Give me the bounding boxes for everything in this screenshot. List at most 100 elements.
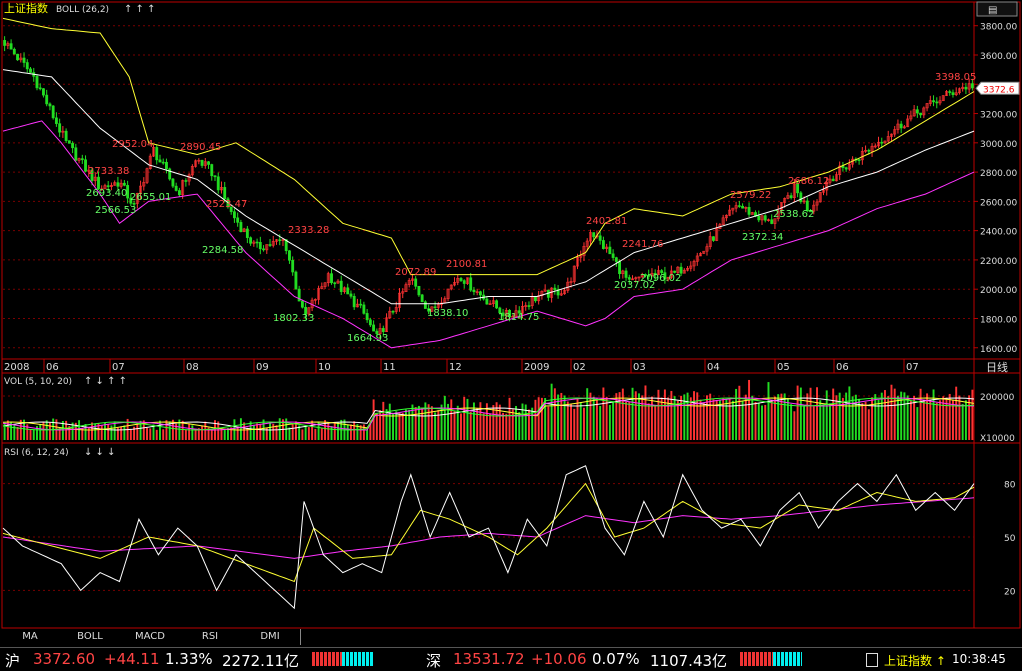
price-tick-label: 2800.00 [980, 169, 1017, 179]
candle-body [601, 240, 605, 249]
price-tick-label: 2000.00 [980, 286, 1017, 296]
price-annotation-high: 2100.81 [446, 259, 487, 270]
rsi12-line [2, 482, 975, 583]
candle-body [932, 100, 935, 103]
candle-body [22, 57, 26, 63]
candle-body [420, 294, 424, 303]
candle-body [294, 271, 298, 290]
tab-macd[interactable]: MACD [120, 629, 181, 645]
candle-body [268, 244, 272, 246]
candle-body [365, 313, 369, 321]
vol-ma20-line [2, 397, 975, 431]
sh-ratio-bar-fill [342, 652, 374, 666]
candle-body [346, 287, 350, 295]
time-axis-label: 05 [777, 362, 790, 373]
candle-body [80, 158, 84, 161]
sh-label: 沪 [5, 652, 21, 670]
candle-body [122, 182, 126, 186]
price-annotation-low: 2284.58 [202, 245, 243, 256]
candle-body [478, 291, 482, 296]
rsi-arrows: ↓ ↓ ↓ [84, 447, 116, 458]
tab-dmi[interactable]: DMI [240, 629, 301, 645]
tab-rsi[interactable]: RSI [180, 629, 241, 645]
sz-change: +10.06 [531, 650, 587, 668]
candle-body [232, 211, 236, 219]
candle-body [495, 300, 499, 309]
time-axis-label: 07 [112, 362, 125, 373]
candle-body [789, 195, 793, 198]
tab-ma[interactable]: MA [0, 629, 61, 645]
tab-boll[interactable]: BOLL [60, 629, 121, 645]
candle-body [362, 304, 366, 314]
rsi-tick-label: 80 [1004, 481, 1016, 491]
candle-body [300, 300, 304, 308]
candle-body [12, 48, 16, 55]
candle-body [831, 178, 835, 182]
candle-body [54, 117, 58, 124]
time-axis-label: 11 [383, 362, 396, 373]
candle-body [155, 147, 159, 161]
sh-change: +44.11 [104, 650, 160, 668]
time-axis-label: 08 [186, 362, 199, 373]
candle-body [245, 228, 249, 238]
boll-arrows: ↑ ↑ ↑ [124, 4, 156, 15]
status-index-name[interactable]: 上证指数 ↑ [884, 652, 946, 669]
candle-body [216, 176, 220, 191]
price-annotation-high: 2072.89 [395, 267, 436, 278]
candle-body [106, 185, 110, 187]
rsi-label: RSI (6, 12, 24) [4, 448, 69, 458]
time-axis-label: 2008 [4, 362, 29, 373]
candle-body [459, 278, 463, 281]
period-label: 日线 [986, 360, 1008, 374]
candle-body [770, 219, 774, 224]
candle-body [349, 293, 353, 297]
price-annotation-low: 2566.53 [95, 205, 136, 216]
candle-body [948, 91, 952, 93]
time-axis-label: 12 [449, 362, 462, 373]
price-annotation-low: 1802.33 [273, 313, 314, 324]
candle-body [236, 217, 240, 223]
candle-body [239, 222, 243, 233]
price-tick-label: 1800.00 [980, 315, 1017, 325]
candle-body [71, 143, 75, 149]
candle-body [184, 180, 188, 182]
candle-body [608, 246, 612, 255]
candle-body [174, 185, 178, 191]
candle-body [339, 280, 343, 292]
candle-body [614, 257, 618, 262]
sh-amount: 2272.11亿 [222, 652, 300, 670]
time-axis-label: 09 [256, 362, 269, 373]
candle-body [899, 123, 903, 129]
vol-arrows: ↑ ↓ ↑ ↑ [84, 376, 127, 387]
volume-icon[interactable] [866, 653, 878, 667]
candle-body [288, 250, 291, 261]
price-annotation-low: 1664.93 [347, 333, 388, 344]
candle-body [368, 319, 372, 326]
candle-body [42, 88, 45, 96]
candle-body [16, 53, 19, 61]
time-axis-label: 2009 [524, 362, 549, 373]
indicator-tabs: MA BOLL MACD RSI DMI [0, 629, 301, 646]
candle-body [58, 123, 62, 133]
price-annotation-high: 2579.22 [730, 190, 771, 201]
candle-body [84, 159, 87, 172]
candle-body [35, 76, 39, 89]
candle-body [469, 277, 473, 291]
candle-body [372, 324, 376, 332]
candle-body [74, 147, 78, 161]
price-annotation-low: 2372.34 [742, 232, 783, 243]
candle-body [48, 103, 52, 107]
price-annotation-low: 2096.02 [640, 273, 681, 284]
candle-body [352, 296, 356, 308]
price-tick-label: 2400.00 [980, 228, 1017, 238]
candle-body [258, 242, 262, 250]
time-axis-label: 06 [46, 362, 59, 373]
candle-body [278, 239, 282, 242]
candle-body [553, 287, 557, 290]
menu-icon: ▤ [988, 5, 997, 16]
candle-body [210, 164, 214, 177]
candle-body [417, 285, 421, 296]
candle-body [935, 101, 939, 104]
time-axis-label: 07 [906, 362, 919, 373]
candle-body [67, 140, 71, 144]
